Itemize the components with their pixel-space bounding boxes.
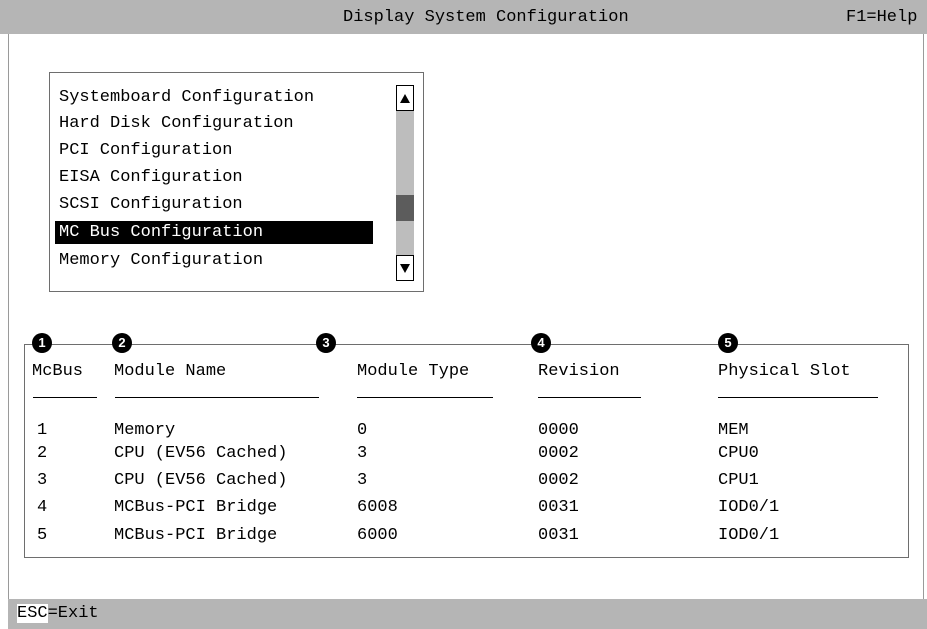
cell-physical-slot: CPU0 xyxy=(718,444,759,463)
cell-revision: 0002 xyxy=(538,471,579,490)
cell-mcbus: 1 xyxy=(37,421,48,440)
column-header-module-name: Module Name xyxy=(114,362,227,381)
cell-module-name: CPU (EV56 Cached) xyxy=(114,444,288,463)
cell-mcbus: 4 xyxy=(37,498,48,517)
column-header-mcbus: McBus xyxy=(32,362,84,381)
header-underline xyxy=(718,397,878,398)
cell-revision: 0031 xyxy=(538,498,579,517)
menu-item-memory[interactable]: Memory Configuration xyxy=(55,249,373,272)
scroll-down-arrow-icon xyxy=(400,264,410,273)
callout-2: 2 xyxy=(112,333,132,353)
esc-action: =Exit xyxy=(47,604,99,623)
cell-module-type: 6000 xyxy=(357,526,398,545)
header-underline xyxy=(357,397,493,398)
cell-module-type: 6008 xyxy=(357,498,398,517)
cell-module-type: 0 xyxy=(357,421,368,440)
column-header-physical-slot: Physical Slot xyxy=(718,362,851,381)
cell-mcbus: 3 xyxy=(37,471,48,490)
cell-module-name: CPU (EV56 Cached) xyxy=(114,471,288,490)
menu-item-hard-disk[interactable]: Hard Disk Configuration xyxy=(55,112,373,135)
cell-mcbus: 5 xyxy=(37,526,48,545)
cell-revision: 0002 xyxy=(538,444,579,463)
menu-item-pci[interactable]: PCI Configuration xyxy=(55,139,373,162)
scroll-down-button[interactable] xyxy=(396,255,414,281)
header-underline xyxy=(538,397,641,398)
cell-mcbus: 2 xyxy=(37,444,48,463)
cell-physical-slot: IOD0/1 xyxy=(718,498,780,517)
esc-key[interactable]: ESC xyxy=(17,604,48,623)
column-header-module-type: Module Type xyxy=(357,362,470,381)
menu-item-systemboard[interactable]: Systemboard Configuration xyxy=(55,86,373,109)
cell-physical-slot: IOD0/1 xyxy=(718,526,780,545)
cell-revision: 0000 xyxy=(538,421,579,440)
cell-module-name: MCBus-PCI Bridge xyxy=(114,498,278,517)
window-title: Display System Configuration xyxy=(343,8,629,27)
cell-physical-slot: CPU1 xyxy=(718,471,759,490)
scroll-thumb[interactable] xyxy=(396,195,414,221)
title-bar: Display System Configuration F1=Help xyxy=(0,0,927,34)
callout-5: 5 xyxy=(718,333,738,353)
header-underline xyxy=(115,397,319,398)
scroll-up-button[interactable] xyxy=(396,85,414,111)
menu-item-mc-bus[interactable]: MC Bus Configuration xyxy=(55,221,373,244)
status-bar xyxy=(8,599,927,629)
cell-module-type: 3 xyxy=(357,471,368,490)
callout-1: 1 xyxy=(32,333,52,353)
header-underline xyxy=(33,397,97,398)
cell-module-name: Memory xyxy=(114,421,176,440)
menu-item-eisa[interactable]: EISA Configuration xyxy=(55,166,373,189)
help-hint[interactable]: F1=Help xyxy=(846,8,917,28)
frame-left-border xyxy=(8,34,9,599)
cell-physical-slot: MEM xyxy=(718,421,749,440)
callout-3: 3 xyxy=(316,333,336,353)
status-hint: ESC=Exit xyxy=(17,604,99,624)
menu-item-scsi[interactable]: SCSI Configuration xyxy=(55,193,373,216)
column-header-revision: Revision xyxy=(538,362,620,381)
callout-4: 4 xyxy=(531,333,551,353)
cell-module-type: 3 xyxy=(357,444,368,463)
cell-module-name: MCBus-PCI Bridge xyxy=(114,526,278,545)
scroll-up-arrow-icon xyxy=(400,94,410,103)
frame-right-border xyxy=(923,34,924,599)
cell-revision: 0031 xyxy=(538,526,579,545)
